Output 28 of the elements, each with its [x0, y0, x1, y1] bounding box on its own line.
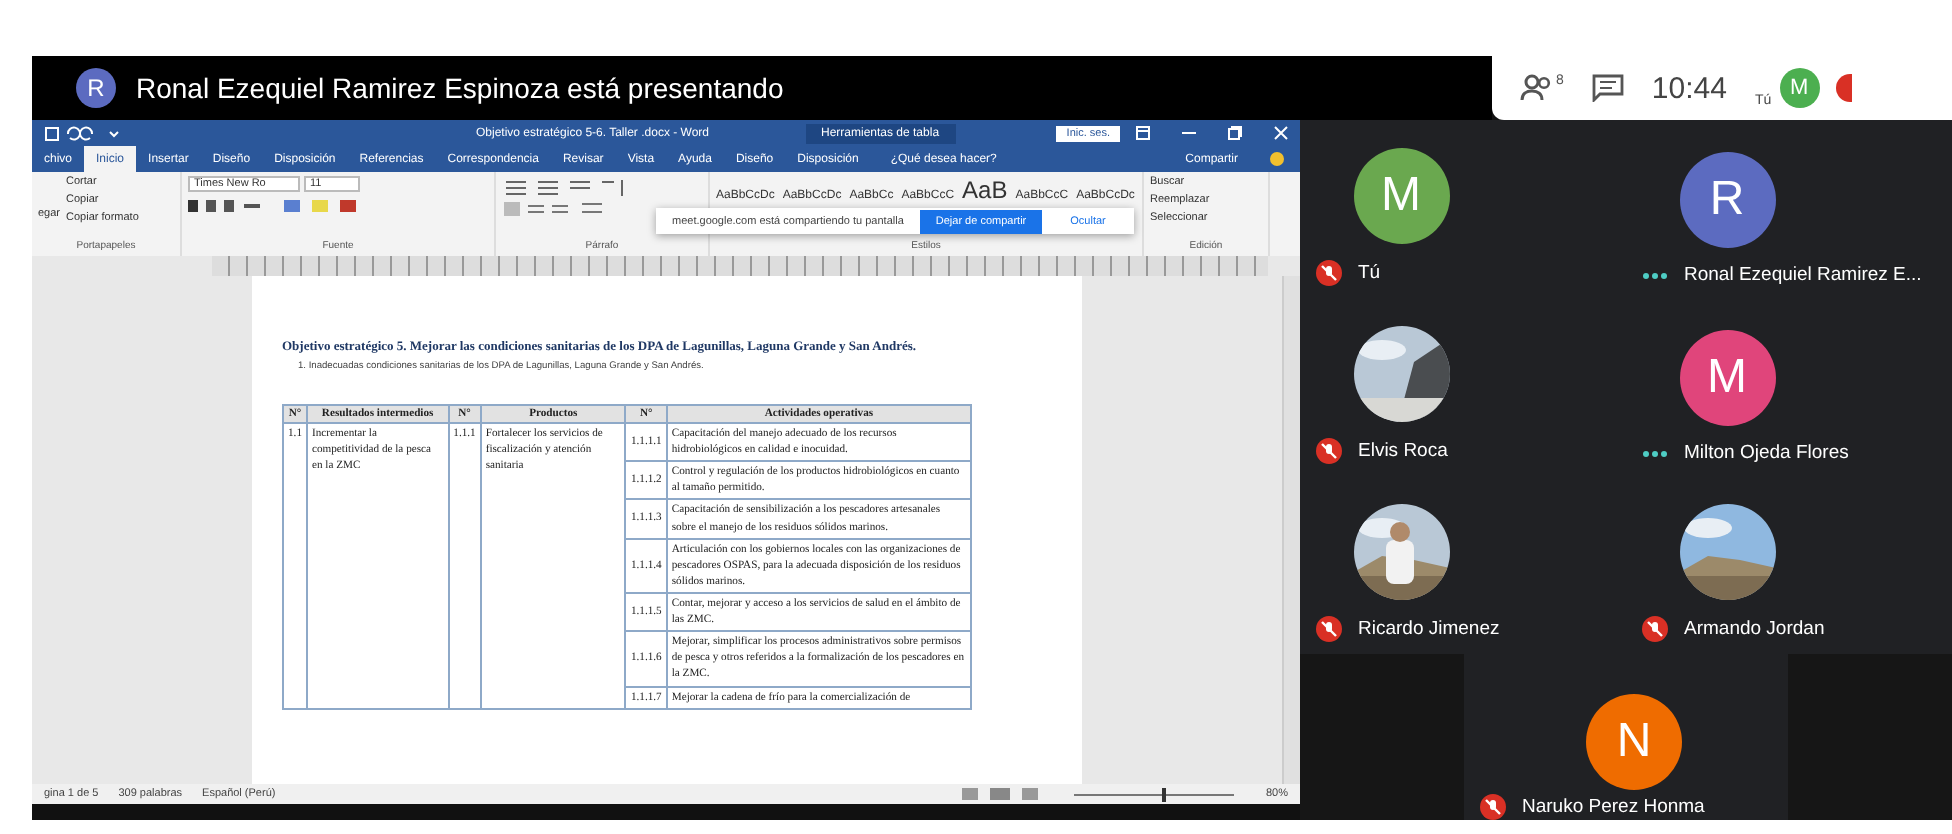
participant-name: Ronal Ezequiel Ramirez E...	[1684, 264, 1922, 286]
minimize-icon[interactable]	[1182, 126, 1196, 140]
clock-time: 10:44	[1651, 71, 1727, 105]
self-avatar: M	[1779, 68, 1820, 108]
zoom-slider-thumb[interactable]	[1161, 787, 1166, 801]
quick-access-icon[interactable]	[44, 125, 124, 141]
people-icon	[1520, 74, 1556, 102]
avatar: M	[1679, 330, 1775, 426]
presenter-label: Ronal Ezequiel Ramirez Espinoza está presentando	[136, 72, 784, 104]
participant-name: Elvis Roca	[1358, 440, 1448, 462]
ribbon-display-icon[interactable]	[1136, 126, 1150, 140]
participant-name: Naruko Perez Honma	[1522, 796, 1705, 818]
restore-icon[interactable]	[1228, 126, 1242, 140]
style-sample[interactable]: AaB	[962, 176, 1008, 204]
avatar: M	[1353, 148, 1449, 244]
participant-name: Armando Jordan	[1684, 618, 1825, 640]
close-icon[interactable]	[1274, 126, 1288, 140]
participant-name: Tú	[1358, 262, 1381, 284]
avatar: R	[1679, 152, 1775, 248]
chat-icon[interactable]	[1591, 74, 1624, 102]
participant-name: Milton Ojeda Flores	[1684, 442, 1849, 464]
view-mode-icons[interactable]	[961, 786, 1042, 802]
smiley-icon[interactable]	[1270, 152, 1284, 166]
people-button[interactable]: 8	[1520, 74, 1564, 102]
avatar: N	[1586, 694, 1682, 790]
participant-name: Ricardo Jimenez	[1358, 618, 1500, 640]
scrollbar[interactable]	[1282, 276, 1300, 784]
presenter-avatar: R	[76, 68, 116, 108]
